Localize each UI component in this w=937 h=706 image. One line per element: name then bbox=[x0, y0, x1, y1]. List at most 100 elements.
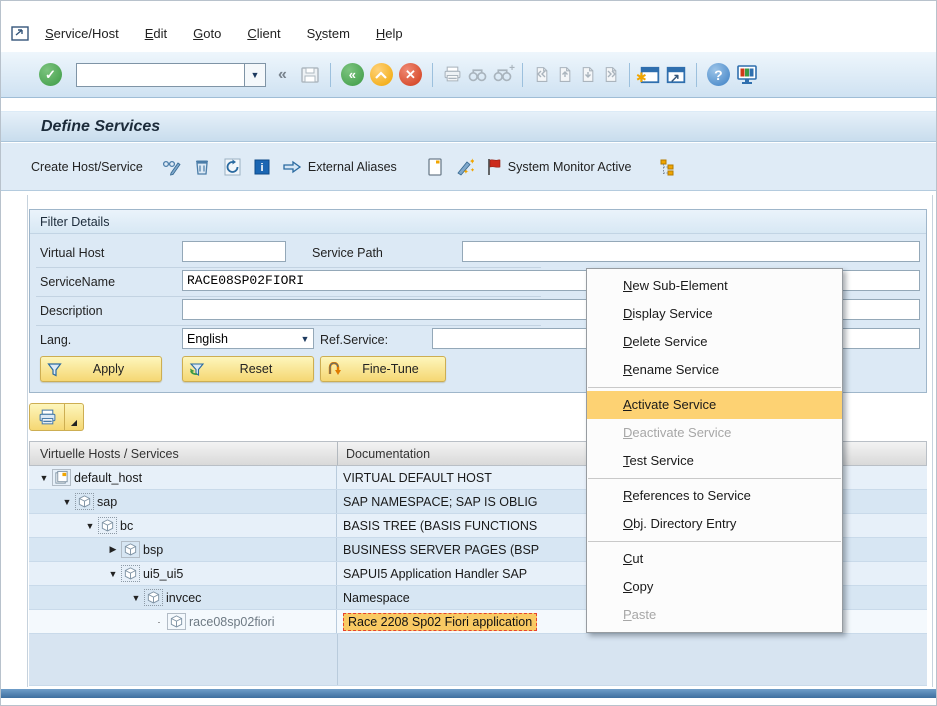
info-icon[interactable]: i bbox=[254, 159, 270, 175]
expander-icon[interactable]: ▼ bbox=[83, 521, 97, 531]
cancel-icon[interactable]: ✕ bbox=[399, 63, 422, 86]
package-icon bbox=[76, 494, 93, 509]
selected-doc-cell[interactable]: Race 2208 Sp02 Fiori application bbox=[343, 613, 537, 631]
command-input[interactable] bbox=[76, 63, 244, 87]
virtual-host-input[interactable] bbox=[182, 241, 286, 262]
divider bbox=[36, 267, 541, 268]
column-header-hosts[interactable]: Virtuelle Hosts / Services bbox=[30, 442, 338, 465]
table-empty-area bbox=[29, 634, 927, 686]
service-name-label: ServiceName bbox=[40, 271, 115, 293]
expander-icon[interactable]: · bbox=[152, 617, 166, 627]
print-options-dropdown-icon[interactable]: ◢ bbox=[65, 403, 84, 431]
chevron-down-icon[interactable]: ▼ bbox=[297, 334, 313, 344]
expander-icon[interactable]: ▼ bbox=[60, 497, 74, 507]
node-label: race08sp02fiori bbox=[189, 615, 274, 629]
collapse-toolbar-icon[interactable]: « bbox=[278, 66, 287, 84]
lang-select[interactable]: English ▼ bbox=[182, 328, 314, 349]
display-change-icon[interactable] bbox=[161, 158, 181, 176]
doc-text: Namespace bbox=[343, 591, 410, 605]
menu-client[interactable]: Client bbox=[247, 26, 280, 41]
menu-separator bbox=[588, 387, 841, 388]
standard-toolbar: ✓ ▼ « « ✕ + ✱ bbox=[1, 51, 936, 98]
filter-details-title: Filter Details bbox=[30, 210, 926, 234]
apply-button[interactable]: Apply bbox=[40, 356, 162, 382]
svg-text:i: i bbox=[260, 162, 263, 174]
expander-icon[interactable]: ▼ bbox=[106, 569, 120, 579]
menu-item-delete-service[interactable]: Delete Service bbox=[587, 328, 842, 356]
content-left-border bbox=[27, 195, 28, 687]
enter-icon[interactable]: ✓ bbox=[39, 63, 62, 86]
package-icon bbox=[145, 590, 162, 605]
description-label: Description bbox=[40, 300, 103, 322]
find-icon[interactable] bbox=[468, 67, 487, 82]
menu-item-obj-directory-entry[interactable]: Obj. Directory Entry bbox=[587, 510, 842, 538]
expander-icon[interactable]: ▼ bbox=[129, 593, 143, 603]
separator bbox=[330, 63, 331, 87]
menu-bar: Service/Host Edit Goto Client System Hel… bbox=[1, 17, 936, 49]
menu-goto[interactable]: Goto bbox=[193, 26, 221, 41]
customize-layout-icon[interactable] bbox=[736, 65, 758, 85]
menu-system[interactable]: System bbox=[307, 26, 350, 41]
expander-icon[interactable]: ▶ bbox=[106, 544, 120, 555]
fine-tune-icon bbox=[327, 362, 342, 377]
service-path-input[interactable] bbox=[462, 241, 920, 262]
sap-screen-icon[interactable] bbox=[11, 25, 31, 42]
shortcut-icon[interactable]: ↗ bbox=[666, 66, 686, 84]
menu-item-cut[interactable]: Cut bbox=[587, 545, 842, 573]
menu-item-references-to-service[interactable]: References to Service bbox=[587, 482, 842, 510]
menu-item-copy[interactable]: Copy bbox=[587, 573, 842, 601]
window-bottom-edge bbox=[1, 689, 936, 698]
save-icon[interactable] bbox=[300, 66, 320, 84]
menu-item-display-service[interactable]: Display Service bbox=[587, 300, 842, 328]
flag-icon[interactable] bbox=[486, 158, 502, 176]
expander-icon[interactable]: ▼ bbox=[37, 473, 51, 483]
refresh-icon[interactable] bbox=[223, 158, 242, 176]
hierarchy-icon[interactable] bbox=[659, 158, 676, 176]
help-icon[interactable]: ? bbox=[707, 63, 730, 86]
doc-text: BASIS TREE (BASIS FUNCTIONS bbox=[343, 519, 537, 533]
sap-gui-window: Service/Host Edit Goto Client System Hel… bbox=[0, 0, 937, 706]
command-dropdown-icon[interactable]: ▼ bbox=[244, 63, 266, 87]
menu-item-activate-service[interactable]: Activate Service bbox=[587, 391, 842, 419]
print-tree-icon[interactable] bbox=[29, 403, 65, 431]
menu-item-paste: Paste bbox=[587, 601, 842, 629]
external-alias-arrow-icon[interactable] bbox=[282, 160, 302, 174]
svg-text:✦: ✦ bbox=[469, 158, 474, 166]
detail-icon[interactable] bbox=[427, 158, 443, 176]
package-icon bbox=[122, 542, 139, 557]
system-monitor-active-label: System Monitor Active bbox=[508, 160, 632, 174]
menu-edit[interactable]: Edit bbox=[145, 26, 167, 41]
previous-page-icon[interactable] bbox=[556, 66, 573, 83]
svg-text:✦: ✦ bbox=[463, 168, 469, 176]
lang-value: English bbox=[183, 332, 297, 346]
context-menu: New Sub-Element Display Service Delete S… bbox=[586, 268, 843, 633]
menu-item-test-service[interactable]: Test Service bbox=[587, 447, 842, 475]
new-session-icon[interactable]: ✱ bbox=[640, 66, 660, 84]
menu-separator bbox=[588, 541, 841, 542]
menu-item-new-sub-element[interactable]: New Sub-Element bbox=[587, 272, 842, 300]
reset-button[interactable]: Reset bbox=[182, 356, 314, 382]
delete-icon[interactable] bbox=[193, 158, 211, 176]
separator bbox=[522, 63, 523, 87]
virtual-host-label: Virtual Host bbox=[40, 242, 104, 264]
next-page-icon[interactable] bbox=[579, 66, 596, 83]
menu-item-rename-service[interactable]: Rename Service bbox=[587, 356, 842, 384]
doc-text: SAPUI5 Application Handler SAP bbox=[343, 567, 527, 581]
wizard-icon[interactable]: ✦✦✦ bbox=[455, 158, 474, 176]
command-field: ▼ bbox=[76, 63, 266, 87]
find-next-icon[interactable]: + bbox=[493, 67, 512, 82]
package-icon bbox=[122, 566, 139, 581]
external-aliases-button[interactable]: External Aliases bbox=[308, 160, 397, 174]
menu-help[interactable]: Help bbox=[376, 26, 403, 41]
lang-label: Lang. bbox=[40, 329, 71, 351]
exit-icon[interactable] bbox=[370, 63, 393, 86]
node-label: default_host bbox=[74, 471, 142, 485]
menu-service-host[interactable]: Service/Host bbox=[45, 26, 119, 41]
first-page-icon[interactable] bbox=[533, 66, 550, 83]
doc-text: VIRTUAL DEFAULT HOST bbox=[343, 471, 492, 485]
back-icon[interactable]: « bbox=[341, 63, 364, 86]
fine-tune-button[interactable]: Fine-Tune bbox=[320, 356, 446, 382]
print-icon[interactable] bbox=[443, 66, 462, 83]
last-page-icon[interactable] bbox=[602, 66, 619, 83]
create-host-service-button[interactable]: Create Host/Service bbox=[31, 160, 143, 174]
